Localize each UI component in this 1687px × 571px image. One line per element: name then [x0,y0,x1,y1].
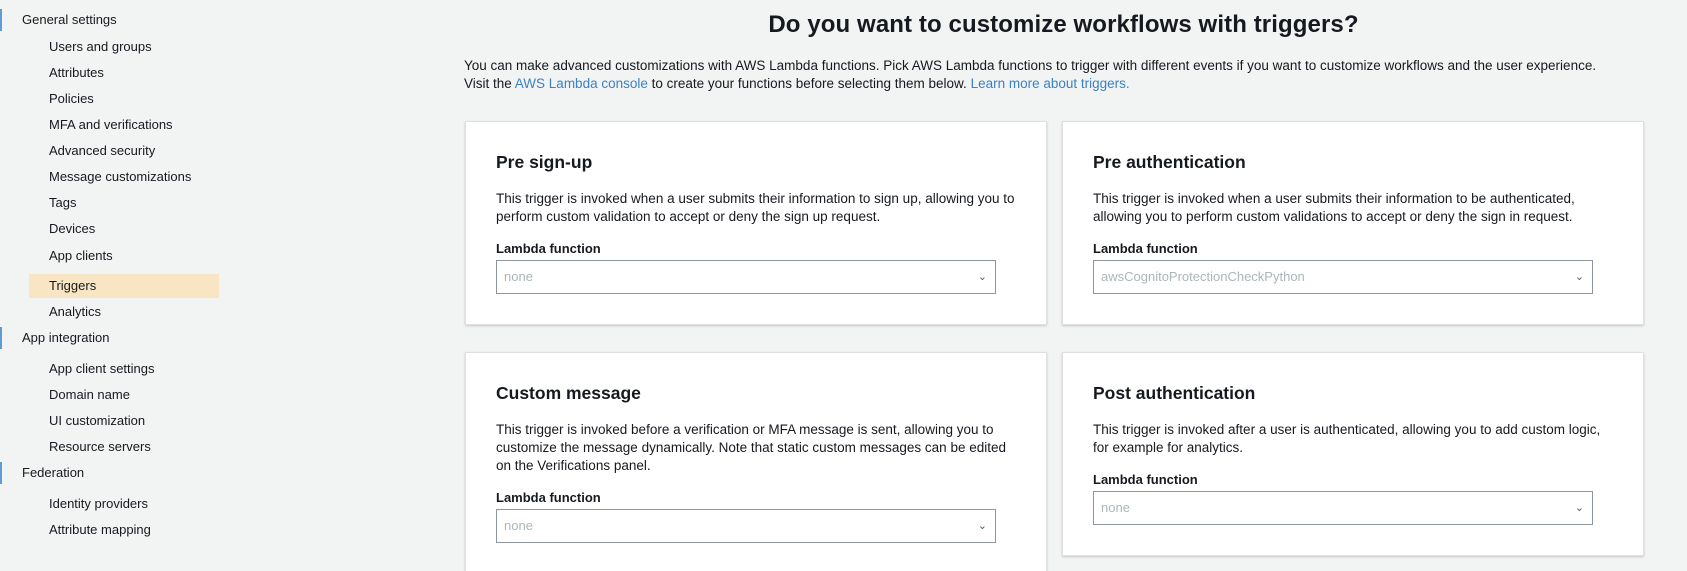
card-title: Post authentication [1093,383,1256,403]
sidebar-item-attribute-mapping[interactable]: Attribute mapping [29,518,219,542]
lambda-function-label: Lambda function [496,241,601,256]
sidebar-nav: General settings Users and groups Attrib… [0,0,220,571]
card-description: This trigger is invoked when a user subm… [496,191,1015,224]
intro-text: You can make advanced customizations wit… [464,57,1644,93]
select-value: awsCognitoProtectionCheckPython [1101,269,1305,284]
lambda-function-label: Lambda function [1093,472,1198,487]
intro-line-2: Visit the AWS Lambda console to create y… [464,75,1644,93]
sidebar-item-tags[interactable]: Tags [29,191,219,215]
sidebar-section-general-settings[interactable]: General settings [0,9,117,31]
sidebar-item-message-customizations[interactable]: Message customizations [29,165,219,189]
sidebar-item-analytics[interactable]: Analytics [29,300,219,324]
sidebar-item-advanced-security[interactable]: Advanced security [29,139,219,163]
card-description: This trigger is invoked when a user subm… [1093,191,1575,224]
sidebar-item-app-client-settings[interactable]: App client settings [29,357,219,381]
card-description: This trigger is invoked after a user is … [1093,422,1601,455]
sidebar-item-triggers[interactable]: Triggers [29,274,219,298]
learn-more-triggers-link[interactable]: Learn more about triggers. [971,76,1130,91]
select-value: none [1101,500,1130,515]
card-title: Pre authentication [1093,152,1246,172]
app-root: General settings Users and groups Attrib… [0,0,1687,571]
select-value: none [504,269,533,284]
card-title: Custom message [496,383,641,403]
sidebar-item-users-and-groups[interactable]: Users and groups [29,35,219,59]
card-description: This trigger is invoked before a verific… [496,422,1006,473]
chevron-down-icon: ⌄ [977,520,987,532]
sidebar-item-mfa-and-verifications[interactable]: MFA and verifications [29,113,219,137]
sidebar-item-identity-providers[interactable]: Identity providers [29,492,219,516]
pre-sign-up-lambda-select[interactable]: none ⌄ [496,260,996,294]
sidebar-item-policies[interactable]: Policies [29,87,219,111]
sidebar-section-app-integration[interactable]: App integration [0,327,109,349]
sidebar-item-attributes[interactable]: Attributes [29,61,219,85]
sidebar-item-resource-servers[interactable]: Resource servers [29,435,219,459]
sidebar-item-devices[interactable]: Devices [29,217,219,241]
card-custom-message: Custom message This trigger is invoked b… [465,352,1047,571]
chevron-down-icon: ⌄ [977,271,987,283]
sidebar-item-ui-customization[interactable]: UI customization [29,409,219,433]
sidebar-item-app-clients[interactable]: App clients [29,244,219,268]
custom-message-lambda-select[interactable]: none ⌄ [496,509,996,543]
card-post-authentication: Post authentication This trigger is invo… [1062,352,1644,556]
card-pre-authentication: Pre authentication This trigger is invok… [1062,121,1644,325]
sidebar-item-domain-name[interactable]: Domain name [29,383,219,407]
aws-lambda-console-link[interactable]: AWS Lambda console [515,76,648,91]
card-pre-sign-up: Pre sign-up This trigger is invoked when… [465,121,1047,325]
pre-authentication-lambda-select[interactable]: awsCognitoProtectionCheckPython ⌄ [1093,260,1593,294]
select-value: none [504,518,533,533]
card-title: Pre sign-up [496,152,593,172]
page-title: Do you want to customize workflows with … [768,11,1359,38]
intro-line-1: You can make advanced customizations wit… [464,58,1597,73]
intro-text-create: to create your functions before selectin… [647,76,971,91]
main-content: Do you want to customize workflows with … [440,0,1687,571]
sidebar-section-federation[interactable]: Federation [0,462,84,484]
chevron-down-icon: ⌄ [1574,502,1584,514]
chevron-down-icon: ⌄ [1574,271,1584,283]
lambda-function-label: Lambda function [496,490,601,505]
lambda-function-label: Lambda function [1093,241,1198,256]
post-authentication-lambda-select[interactable]: none ⌄ [1093,491,1593,525]
intro-text-visit: Visit the [464,76,515,91]
